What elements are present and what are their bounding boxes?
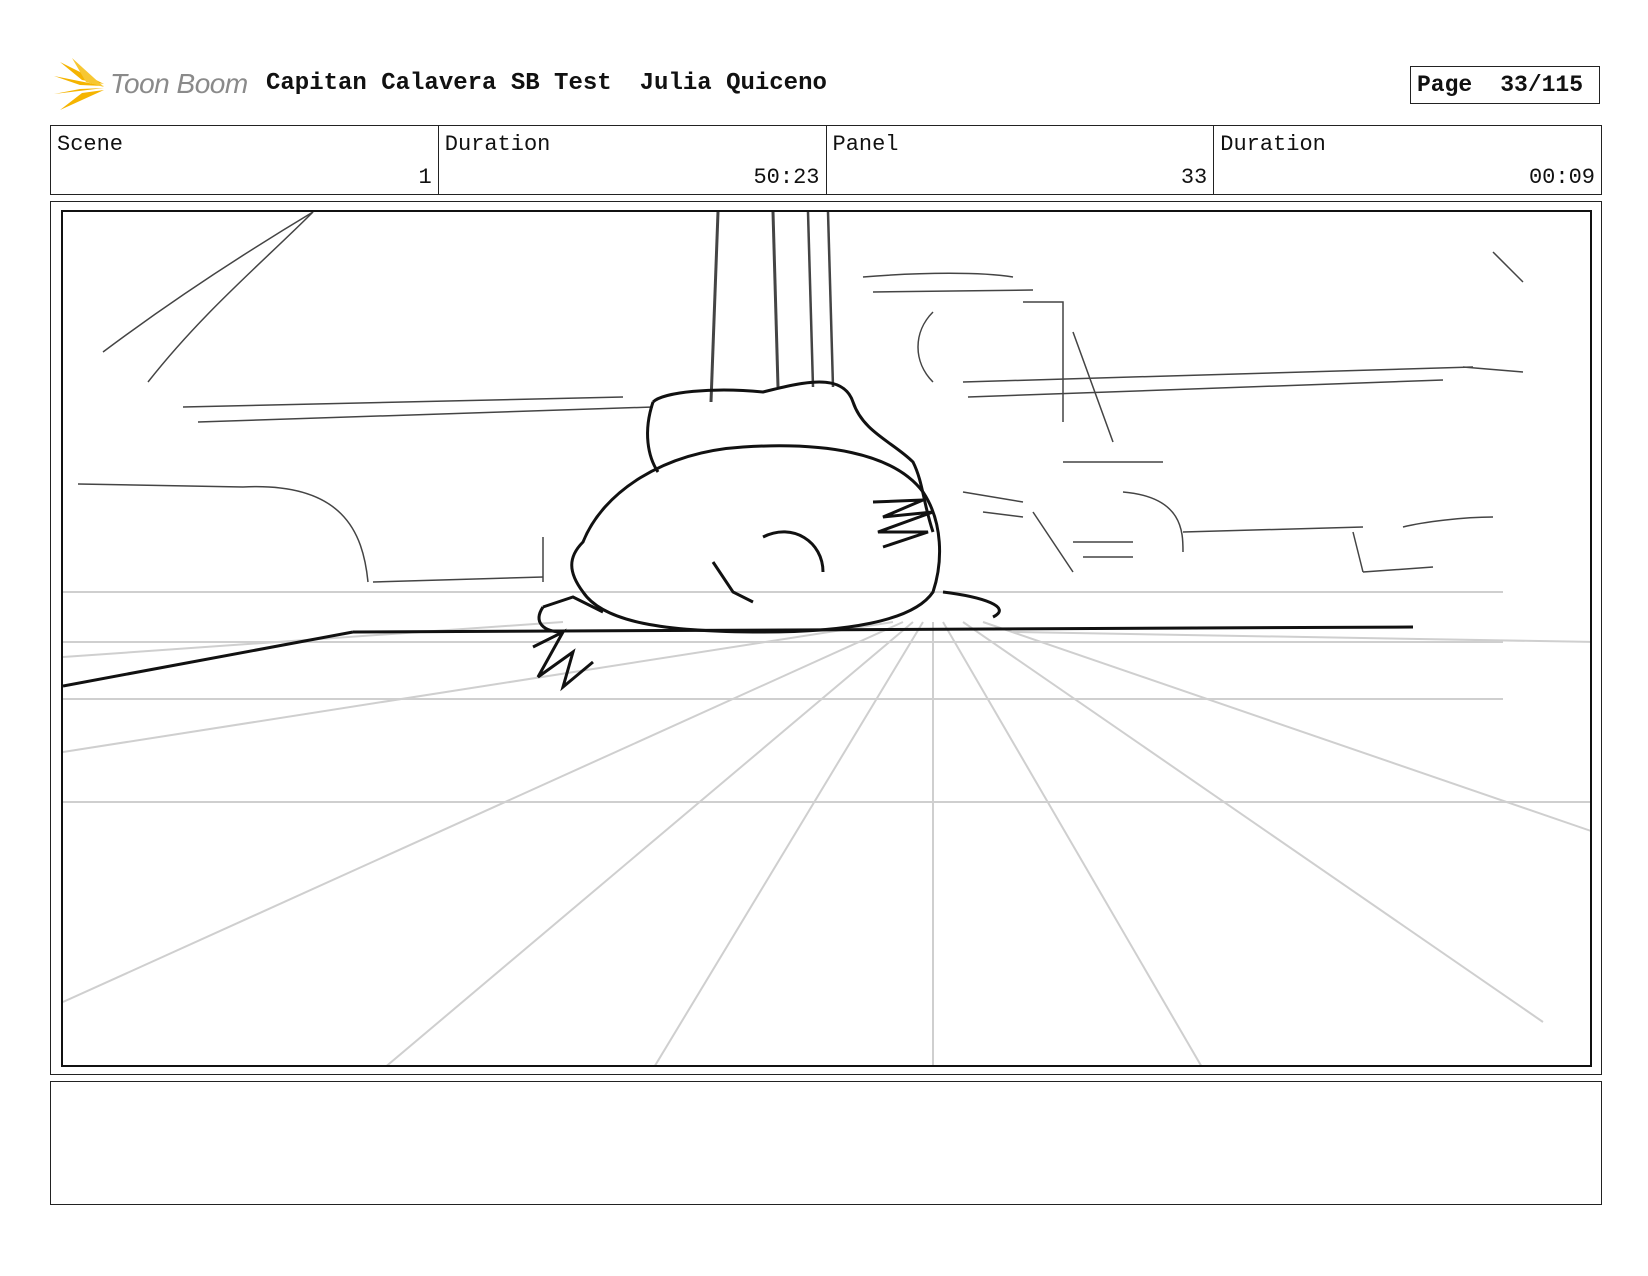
panel-cell: Panel 33	[827, 126, 1215, 194]
panel-info-table: Scene 1 Duration 50:23 Panel 33 Duration…	[50, 125, 1602, 195]
panel-value: 33	[1180, 165, 1208, 190]
scene-cell: Scene 1	[51, 126, 439, 194]
toon-boom-logo: Toon Boom	[52, 58, 252, 114]
scene-duration-cell: Duration 50:23	[439, 126, 827, 194]
panel-duration-label: Duration	[1220, 132, 1326, 157]
scene-duration-label: Duration	[444, 132, 551, 157]
sketch-illustration	[63, 212, 1590, 1065]
panel-label: Panel	[832, 132, 899, 157]
panel-duration-cell: Duration 00:09	[1214, 126, 1601, 194]
author-name: Julia Quiceno	[639, 70, 827, 97]
scene-duration-value: 50:23	[753, 165, 820, 190]
background-sketch	[77, 212, 1524, 583]
starburst-icon	[54, 58, 104, 110]
panel-duration-value: 00:09	[1528, 165, 1595, 190]
logo-wordmark: Toon Boom	[110, 68, 248, 99]
notes-box	[50, 1081, 1602, 1205]
page-number: 33/115	[1500, 72, 1584, 98]
page-indicator: Page 33/115	[1410, 66, 1600, 104]
page-label: Page	[1417, 72, 1473, 98]
scene-label: Scene	[57, 132, 124, 157]
page-title: Capitan Calavera SB Test Julia Quiceno	[266, 70, 827, 97]
floor-grid	[63, 591, 1590, 1065]
project-title: Capitan Calavera SB Test	[266, 70, 612, 97]
scene-value: 1	[418, 165, 432, 190]
storyboard-drawing	[61, 210, 1592, 1067]
